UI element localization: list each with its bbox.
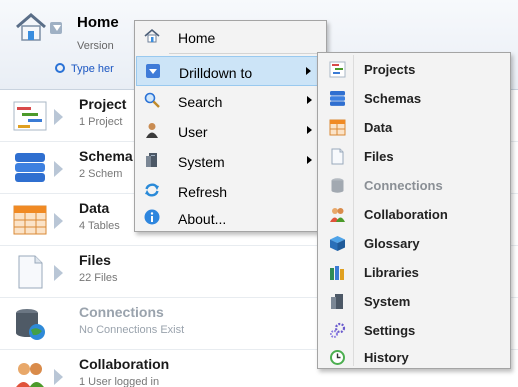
menu-item-label: User: [178, 124, 208, 140]
menu-item-drilldown[interactable]: Drilldown to: [136, 56, 326, 86]
submenu-item-label: System: [364, 294, 411, 309]
files-icon: [331, 148, 344, 165]
list-item-subtitle: No Connections Exist: [79, 324, 185, 336]
submenu-item-label: Glossary: [364, 236, 420, 251]
submenu-item-label: Connections: [364, 178, 443, 193]
submenu-item-files[interactable]: Files: [319, 142, 509, 171]
files-icon: [18, 255, 43, 289]
glossary-icon: [330, 236, 345, 251]
settings-icon: [330, 322, 346, 338]
list-item-title: Schema: [79, 148, 133, 164]
search-placeholder: Type her: [71, 63, 114, 75]
list-item-title: Data: [79, 200, 110, 216]
submenu-arrow-icon: [306, 67, 311, 75]
schemas-icon: [330, 91, 345, 106]
menu-item-system[interactable]: System: [136, 146, 326, 176]
list-item-title: Connections: [79, 304, 164, 320]
menu-item-label: Drilldown to: [179, 65, 253, 81]
menu-item-user[interactable]: User: [136, 116, 326, 146]
libraries-icon: [330, 266, 344, 280]
submenu-arrow-icon: [307, 156, 312, 164]
header-dropdown-icon[interactable]: [50, 22, 62, 34]
context-menu: Home Drilldown to Search User System Ref…: [134, 20, 327, 232]
home-icon: [144, 28, 160, 43]
projects-icon: [13, 101, 47, 131]
list-item-title: Files: [79, 252, 111, 268]
search-icon: [144, 92, 160, 108]
connections-icon: [331, 178, 344, 193]
drilldown-icon: [146, 64, 160, 78]
schemas-icon: [15, 153, 45, 182]
refresh-icon: [145, 183, 159, 197]
submenu-item-glossary[interactable]: Glossary: [319, 229, 509, 258]
list-item-subtitle: 1 Project: [79, 116, 123, 128]
collaboration-icon: [330, 208, 345, 222]
version-label: Version: [77, 40, 114, 52]
system-icon: [146, 153, 157, 167]
submenu-item-projects[interactable]: Projects: [319, 55, 509, 84]
menu-item-label: Home: [178, 30, 216, 46]
connections-icon: [16, 309, 45, 340]
menu-item-refresh[interactable]: Refresh: [136, 176, 326, 206]
drilldown-submenu: Projects Schemas Data Files Connections …: [317, 52, 511, 369]
menu-separator: [169, 53, 324, 54]
submenu-arrow-icon: [307, 96, 312, 104]
list-item-title: Collaboration: [79, 356, 170, 372]
user-icon: [146, 123, 158, 138]
search-icon: [55, 63, 65, 73]
submenu-item-libraries[interactable]: Libraries: [319, 258, 509, 287]
chevron-right-icon: [54, 369, 63, 385]
system-icon: [331, 294, 343, 309]
menu-item-label: System: [178, 154, 225, 170]
projects-icon: [329, 61, 346, 78]
submenu-item-label: Libraries: [364, 265, 419, 280]
chevron-right-icon: [54, 265, 63, 281]
list-item-subtitle: 22 Files: [79, 272, 118, 284]
menu-item-label: Search: [178, 94, 223, 110]
list-item-subtitle: 1 User logged in: [79, 376, 160, 387]
list-item-subtitle: 2 Schem: [79, 168, 123, 180]
submenu-item-label: History: [364, 350, 409, 365]
data-icon: [329, 119, 346, 136]
submenu-item-label: Files: [364, 149, 394, 164]
submenu-item-history[interactable]: History: [319, 343, 509, 372]
list-item-subtitle: 4 Tables: [79, 220, 120, 232]
history-icon: [330, 350, 345, 365]
menu-item-home[interactable]: Home: [136, 22, 326, 52]
menu-item-label: About...: [178, 211, 227, 227]
submenu-item-settings[interactable]: Settings: [319, 316, 509, 345]
submenu-item-connections: Connections: [319, 171, 509, 200]
menu-item-label: Refresh: [178, 184, 228, 200]
submenu-item-system[interactable]: System: [319, 287, 509, 316]
submenu-item-schemas[interactable]: Schemas: [319, 84, 509, 113]
submenu-arrow-icon: [307, 126, 312, 134]
data-icon: [13, 205, 47, 235]
list-item-title: Project: [79, 96, 127, 112]
submenu-item-label: Data: [364, 120, 393, 135]
submenu-item-label: Schemas: [364, 91, 422, 106]
menu-item-search[interactable]: Search: [136, 86, 326, 116]
submenu-item-label: Projects: [364, 62, 416, 77]
submenu-item-data[interactable]: Data: [319, 113, 509, 142]
chevron-right-icon: [54, 213, 63, 229]
info-icon: [144, 209, 160, 225]
chevron-right-icon: [54, 109, 63, 125]
menu-item-about[interactable]: About...: [136, 203, 326, 233]
search-input[interactable]: Type her: [55, 62, 114, 75]
submenu-item-label: Settings: [364, 323, 416, 338]
home-icon[interactable]: [14, 10, 48, 44]
collaboration-icon: [16, 363, 44, 387]
submenu-item-label: Collaboration: [364, 207, 448, 222]
submenu-item-collaboration[interactable]: Collaboration: [319, 200, 509, 229]
page-title: Home: [77, 14, 119, 31]
chevron-right-icon: [54, 161, 63, 177]
